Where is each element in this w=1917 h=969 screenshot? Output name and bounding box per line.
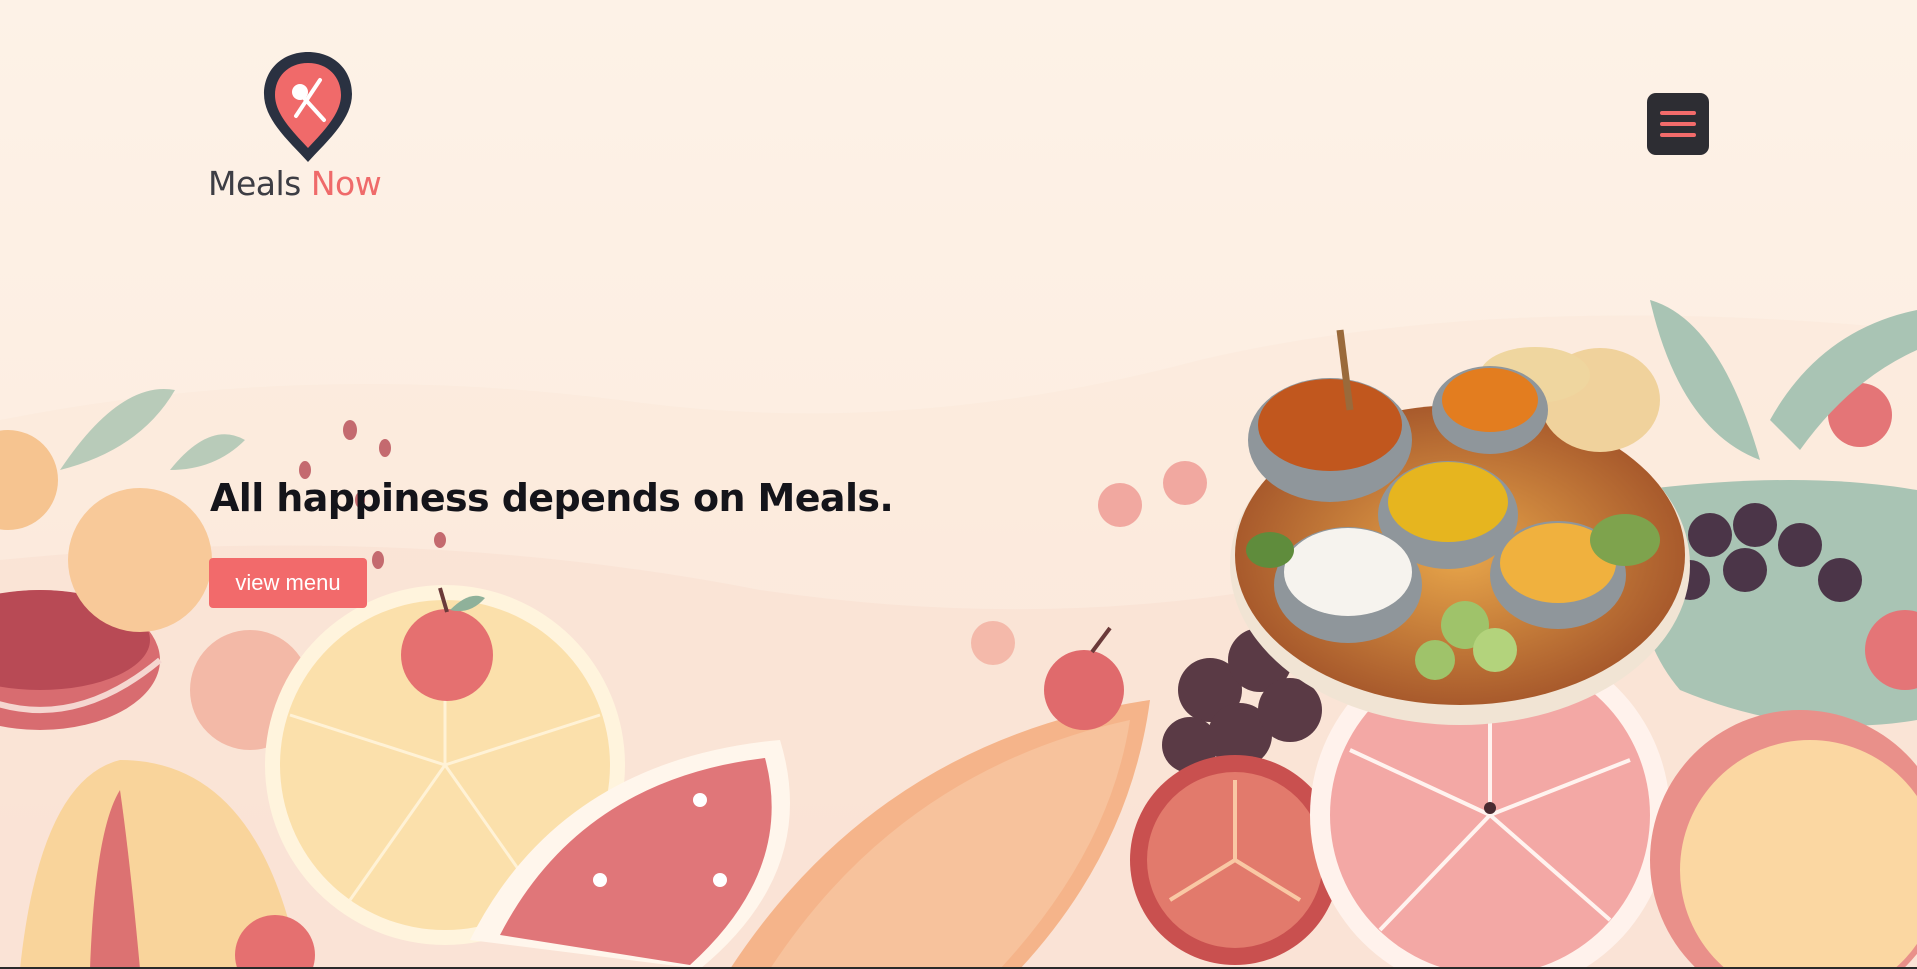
page: Meals Now All happiness depends on Meals… <box>0 0 1917 969</box>
thali-platter-illustration <box>1230 329 1690 725</box>
menu-bar <box>1660 111 1696 115</box>
brand-name-word-2: Now <box>310 164 382 203</box>
location-pin-spoon-knife-icon <box>264 52 352 162</box>
view-menu-button[interactable]: view menu <box>209 558 367 608</box>
brand-logo[interactable]: Meals Now <box>208 48 400 204</box>
hamburger-menu-icon[interactable] <box>1647 93 1709 155</box>
menu-bar <box>1660 122 1696 126</box>
brand-name-word-1: Meals <box>208 164 301 203</box>
brand-name: Meals Now <box>208 164 382 203</box>
hero-headline: All happiness depends on Meals. <box>210 476 894 520</box>
menu-bar <box>1660 133 1696 137</box>
